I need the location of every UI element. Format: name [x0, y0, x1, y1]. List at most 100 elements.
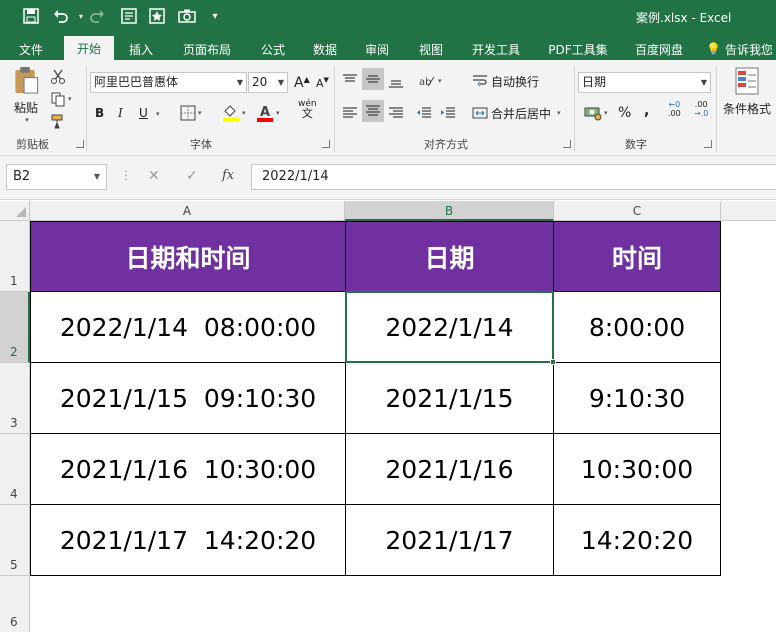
number-format-select[interactable]: 日期 ▼ [578, 72, 711, 93]
star-icon[interactable] [146, 5, 168, 27]
copy-dropdown-icon[interactable]: ▾ [68, 95, 72, 103]
table-cell[interactable]: 2021/1/15 [346, 363, 554, 434]
column-header-b[interactable]: B [345, 201, 554, 221]
tab-formulas[interactable]: 公式 [250, 38, 296, 60]
conditional-format-button[interactable]: 条件格式 [722, 66, 772, 124]
cut-button[interactable] [50, 66, 66, 88]
tab-pdf-tools[interactable]: PDF工具集 [542, 38, 614, 60]
tab-review[interactable]: 审阅 [354, 38, 400, 60]
comma-button[interactable]: , [644, 100, 649, 122]
orientation-button[interactable]: ab ▾ [418, 70, 442, 92]
header-cell-date[interactable]: 日期 [346, 221, 554, 292]
align-right-button[interactable] [388, 102, 404, 124]
font-color-button[interactable]: A ▾ [256, 102, 280, 124]
accounting-format-button[interactable]: ▾ [584, 102, 608, 124]
select-all-button[interactable] [0, 201, 30, 221]
bold-button[interactable]: B [95, 102, 104, 124]
row-header-4[interactable]: 4 [0, 434, 30, 505]
row-header-6[interactable]: 6 [0, 576, 30, 632]
underline-button[interactable]: U [139, 102, 148, 124]
name-box[interactable]: B2 ▼ [6, 164, 107, 190]
align-left-button[interactable] [342, 102, 358, 124]
row-header-1[interactable]: 1 [0, 221, 30, 292]
increase-decimal-button[interactable]: ←0 .00 [668, 100, 681, 122]
undo-icon[interactable] [50, 5, 72, 27]
customize-icon[interactable]: ▾ [204, 5, 226, 27]
tab-insert[interactable]: 插入 [118, 38, 164, 60]
header-cell-datetime[interactable]: 日期和时间 [30, 221, 346, 292]
tab-file[interactable]: 文件 [8, 38, 54, 60]
row-number: 3 [10, 416, 18, 430]
camera-icon[interactable] [176, 5, 198, 27]
tab-view[interactable]: 视图 [408, 38, 454, 60]
tab-developer[interactable]: 开发工具 [464, 38, 528, 60]
save-icon[interactable] [20, 5, 42, 27]
title-bar: ▾ ▾ 案例.xlsx - Excel [0, 0, 776, 34]
clipboard-launcher-icon[interactable] [76, 140, 84, 148]
formula-input[interactable]: 2022/1/14 [251, 164, 776, 190]
tell-me-label: 告诉我您 [724, 42, 773, 57]
format-painter-button[interactable] [50, 110, 66, 132]
table-cell[interactable]: 2021/1/15 09:10:30 [30, 363, 346, 434]
enter-button[interactable]: ✓ [186, 168, 198, 184]
decrease-indent-button[interactable] [416, 102, 432, 124]
table-cell[interactable]: 9:10:30 [554, 363, 721, 434]
align-center-button[interactable] [362, 100, 384, 122]
copy-button[interactable]: ▾ [50, 88, 72, 110]
font-launcher-icon[interactable] [322, 140, 330, 148]
merge-center-button[interactable]: 合并后居中 ▾ [472, 102, 561, 124]
align-bottom-button[interactable] [388, 70, 404, 92]
drag-handle-icon[interactable]: ⋮ [120, 168, 132, 182]
table-cell[interactable]: 8:00:00 [554, 292, 721, 363]
paste-button[interactable]: 粘贴 ▾ [10, 66, 42, 124]
decrease-decimal-button[interactable]: .00 →.0 [694, 100, 708, 122]
table-cell[interactable]: 2021/1/16 [346, 434, 554, 505]
table-cell-selected[interactable]: 2022/1/14 [346, 292, 554, 363]
phonetic-button[interactable]: wén 文 [298, 100, 317, 122]
column-header-d[interactable] [721, 201, 776, 221]
column-header-c[interactable]: C [554, 201, 721, 221]
tab-data[interactable]: 数据 [302, 38, 348, 60]
fill-color-button[interactable]: ▾ [222, 102, 246, 124]
cancel-button[interactable]: ✕ [148, 168, 160, 184]
tab-tell-me[interactable]: 💡 告诉我您 [706, 38, 776, 60]
borders-button[interactable]: ▾ [180, 102, 202, 124]
text-orientation-icon: ab [419, 76, 435, 88]
table-cell[interactable]: 14:20:20 [554, 505, 721, 576]
table-cell[interactable]: 2021/1/16 10:30:00 [30, 434, 346, 505]
table-cell[interactable]: 10:30:00 [554, 434, 721, 505]
conditional-format-icon [735, 67, 759, 95]
column-header-a[interactable]: A [30, 201, 345, 221]
form-icon[interactable] [118, 5, 140, 27]
align-top-button[interactable] [342, 70, 358, 92]
alignment-launcher-icon[interactable] [563, 140, 571, 148]
font-name-select[interactable]: 阿里巴巴普惠体 ▼ [90, 72, 247, 93]
header-cell-time[interactable]: 时间 [554, 221, 721, 292]
tab-page-layout[interactable]: 页面布局 [176, 38, 238, 60]
paste-dropdown-icon[interactable]: ▾ [25, 116, 29, 124]
tab-home[interactable]: 开始 [64, 36, 114, 60]
table-cell[interactable]: 2022/1/14 08:00:00 [30, 292, 346, 363]
row-number: 6 [10, 615, 18, 629]
align-center-icon [366, 105, 380, 116]
underline-dropdown-icon[interactable]: ▾ [156, 110, 160, 118]
table-cell[interactable]: 2021/1/17 14:20:20 [30, 505, 346, 576]
scissors-icon [51, 69, 65, 84]
wrap-text-button[interactable]: 自动换行 [472, 70, 539, 92]
italic-button[interactable]: I [118, 102, 123, 124]
row-header-2[interactable]: 2 [0, 292, 30, 363]
tab-baidu-netdisk[interactable]: 百度网盘 [626, 38, 692, 60]
align-middle-button[interactable] [362, 68, 384, 90]
grow-font-button[interactable]: A ▲ [294, 72, 310, 94]
paste-icon [15, 66, 39, 94]
font-size-select[interactable]: 20 ▼ [248, 72, 288, 93]
number-launcher-icon[interactable] [704, 140, 712, 148]
fill-handle[interactable] [550, 359, 556, 365]
insert-function-button[interactable]: fx [222, 168, 234, 183]
shrink-font-button[interactable]: A ▼ [316, 72, 329, 94]
percent-button[interactable]: % [618, 102, 631, 124]
increase-indent-button[interactable] [440, 102, 456, 124]
table-cell[interactable]: 2021/1/17 [346, 505, 554, 576]
row-header-3[interactable]: 3 [0, 363, 30, 434]
row-header-5[interactable]: 5 [0, 505, 30, 576]
